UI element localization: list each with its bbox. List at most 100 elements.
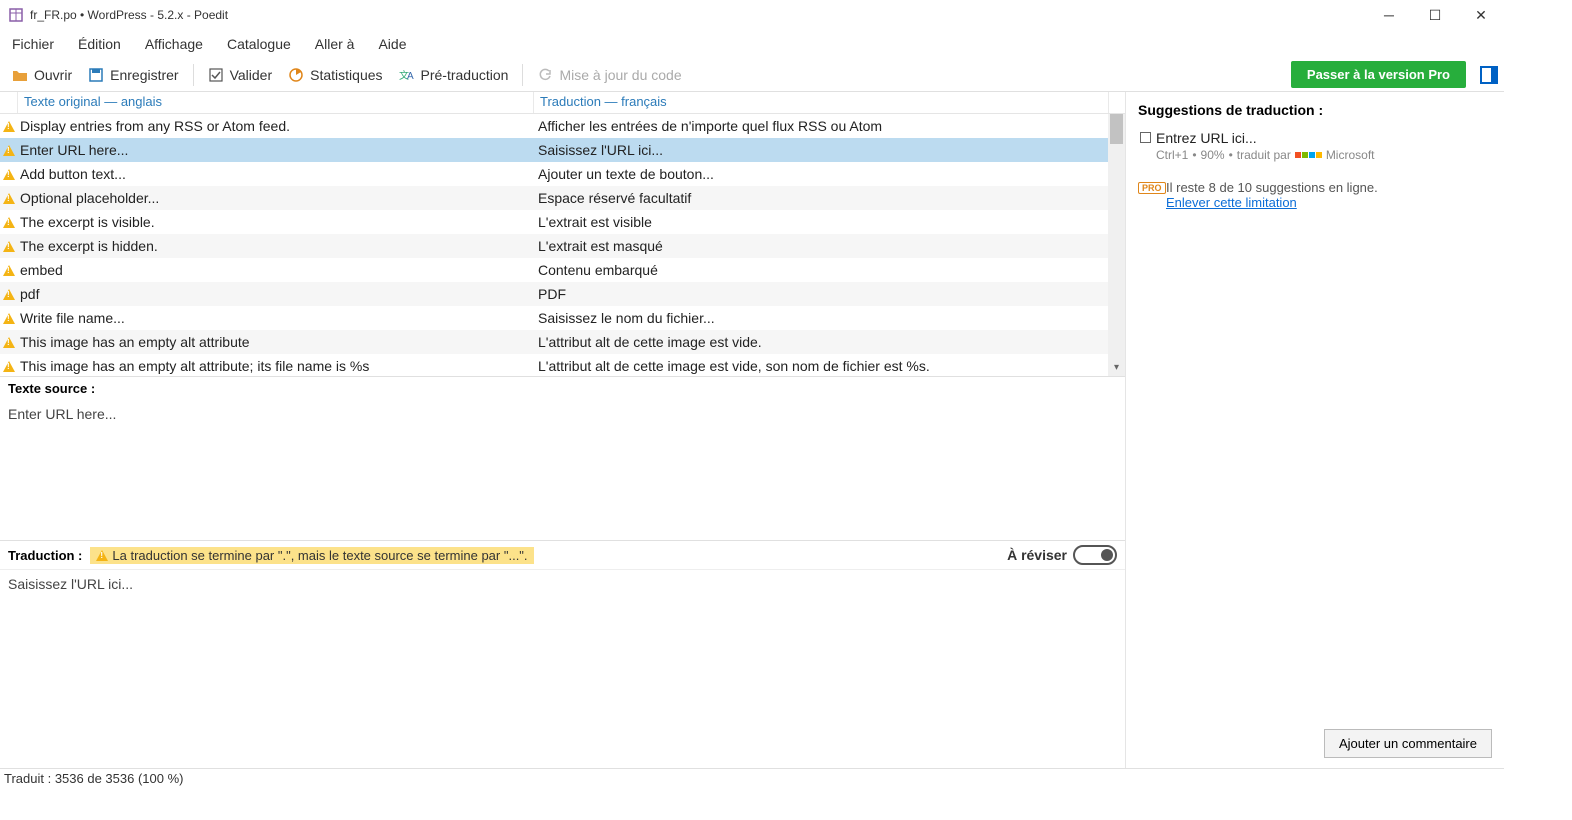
sidebar-toggle-button[interactable] xyxy=(1480,66,1498,84)
menu-view[interactable]: Affichage xyxy=(139,34,209,54)
warning-icon xyxy=(3,265,15,276)
needs-review-label: À réviser xyxy=(1007,547,1067,563)
stats-label: Statistiques xyxy=(310,67,382,83)
warning-icon xyxy=(3,193,15,204)
cell-source: Enter URL here... xyxy=(18,142,536,158)
cell-source: Optional placeholder... xyxy=(18,190,536,206)
menu-file[interactable]: Fichier xyxy=(6,34,60,54)
translation-input[interactable]: Saisissez l'URL ici... xyxy=(0,569,1125,709)
remove-limit-link[interactable]: Enlever cette limitation xyxy=(1166,195,1297,210)
piechart-icon xyxy=(288,67,304,83)
suggestion-icon xyxy=(1140,132,1151,143)
warning-icon xyxy=(96,550,108,561)
warning-icon xyxy=(3,145,15,156)
needs-review-toggle[interactable] xyxy=(1073,545,1117,565)
scroll-down-arrow[interactable]: ▾ xyxy=(1108,359,1125,376)
table-row[interactable]: The excerpt is visible.L'extrait est vis… xyxy=(0,210,1125,234)
scrollbar-vertical[interactable]: ▾ xyxy=(1108,114,1125,376)
col-translation-header[interactable]: Traduction — français xyxy=(534,92,1108,113)
translation-panel: Traduction : La traduction se termine pa… xyxy=(0,540,1125,709)
cell-translation: Afficher les entrées de n'importe quel f… xyxy=(536,118,1125,134)
table-row[interactable]: embedContenu embarqué xyxy=(0,258,1125,282)
suggestion-item[interactable]: Entrez URL ici... Ctrl+1 • 90% • traduit… xyxy=(1138,126,1492,166)
status-bar: Traduit : 3536 de 3536 (100 %) xyxy=(0,768,1504,790)
update-code-button: Mise à jour du code xyxy=(531,65,687,85)
table-row[interactable]: Optional placeholder...Espace réservé fa… xyxy=(0,186,1125,210)
table-row[interactable]: Enter URL here...Saisissez l'URL ici... xyxy=(0,138,1125,162)
minimize-button[interactable]: ─ xyxy=(1366,0,1412,30)
source-text-label: Texte source : xyxy=(0,377,1125,400)
cell-translation: Espace réservé facultatif xyxy=(536,190,1125,206)
table-row[interactable]: This image has an empty alt attribute; i… xyxy=(0,354,1125,376)
cell-translation: L'attribut alt de cette image est vide. xyxy=(536,334,1125,350)
menu-help[interactable]: Aide xyxy=(372,34,412,54)
table-row[interactable]: Display entries from any RSS or Atom fee… xyxy=(0,114,1125,138)
window-title: fr_FR.po • WordPress - 5.2.x - Poedit xyxy=(30,8,228,22)
cell-translation: Contenu embarqué xyxy=(536,262,1125,278)
menu-catalog[interactable]: Catalogue xyxy=(221,34,297,54)
table-row[interactable]: This image has an empty alt attributeL'a… xyxy=(0,330,1125,354)
cell-source: Write file name... xyxy=(18,310,536,326)
close-button[interactable]: ✕ xyxy=(1458,0,1504,30)
pro-upsell: PRO Il reste 8 de 10 suggestions en lign… xyxy=(1138,180,1492,210)
source-text-value: Enter URL here... xyxy=(0,400,1125,540)
scrollbar-thumb[interactable] xyxy=(1110,114,1123,144)
pro-badge: PRO xyxy=(1138,182,1166,194)
maximize-button[interactable]: ☐ xyxy=(1412,0,1458,30)
translation-grid[interactable]: Display entries from any RSS or Atom fee… xyxy=(0,114,1125,376)
cell-translation: Ajouter un texte de bouton... xyxy=(536,166,1125,182)
cell-source: This image has an empty alt attribute xyxy=(18,334,536,350)
cell-translation: L'attribut alt de cette image est vide, … xyxy=(536,358,1125,374)
save-label: Enregistrer xyxy=(110,67,178,83)
sidebar-title: Suggestions de traduction : xyxy=(1138,102,1492,118)
grid-header: Texte original — anglais Traduction — fr… xyxy=(0,92,1125,114)
folder-icon xyxy=(12,67,28,83)
table-row[interactable]: The excerpt is hidden.L'extrait est masq… xyxy=(0,234,1125,258)
translation-warning-chip: La traduction se termine par ".", mais l… xyxy=(90,547,533,564)
suggestions-sidebar: Suggestions de traduction : Entrez URL i… xyxy=(1126,92,1504,768)
cell-source: The excerpt is hidden. xyxy=(18,238,536,254)
pretranslate-button[interactable]: 文A Pré-traduction xyxy=(393,65,515,85)
stats-button[interactable]: Statistiques xyxy=(282,65,388,85)
cell-source: pdf xyxy=(18,286,536,302)
app-icon xyxy=(8,7,24,23)
cell-source: embed xyxy=(18,262,536,278)
col-source-header[interactable]: Texte original — anglais xyxy=(18,92,534,113)
cell-source: Display entries from any RSS or Atom fee… xyxy=(18,118,536,134)
suggestion-text: Entrez URL ici... xyxy=(1156,130,1492,146)
menu-edit[interactable]: Édition xyxy=(72,34,127,54)
cell-translation: Saisissez le nom du fichier... xyxy=(536,310,1125,326)
cell-translation: L'extrait est masqué xyxy=(536,238,1125,254)
toolbar: Ouvrir Enregistrer Valider Statistiques … xyxy=(0,58,1504,92)
microsoft-icon xyxy=(1295,152,1322,158)
add-comment-button[interactable]: Ajouter un commentaire xyxy=(1324,729,1492,758)
open-label: Ouvrir xyxy=(34,67,72,83)
warning-icon xyxy=(3,121,15,132)
translation-label: Traduction : xyxy=(8,548,82,563)
suggestion-meta: Ctrl+1 • 90% • traduit par Microsoft xyxy=(1156,148,1492,162)
table-row[interactable]: Write file name...Saisissez le nom du fi… xyxy=(0,306,1125,330)
cell-translation: Saisissez l'URL ici... xyxy=(536,142,1125,158)
warning-icon xyxy=(3,361,15,372)
cell-source: This image has an empty alt attribute; i… xyxy=(18,358,536,374)
warning-icon xyxy=(3,337,15,348)
refresh-icon xyxy=(537,67,553,83)
menubar: Fichier Édition Affichage Catalogue Alle… xyxy=(0,30,1504,58)
pro-message: Il reste 8 de 10 suggestions en ligne. xyxy=(1166,180,1492,195)
menu-goto[interactable]: Aller à xyxy=(309,34,361,54)
upgrade-pro-button[interactable]: Passer à la version Pro xyxy=(1291,61,1466,88)
cell-translation: PDF xyxy=(536,286,1125,302)
cell-source: Add button text... xyxy=(18,166,536,182)
save-button[interactable]: Enregistrer xyxy=(82,65,184,85)
table-row[interactable]: pdfPDF xyxy=(0,282,1125,306)
table-row[interactable]: Add button text...Ajouter un texte de bo… xyxy=(0,162,1125,186)
update-label: Mise à jour du code xyxy=(559,67,681,83)
translate-icon: 文A xyxy=(399,67,415,83)
pretranslate-label: Pré-traduction xyxy=(421,67,509,83)
save-icon xyxy=(88,67,104,83)
warning-icon xyxy=(3,313,15,324)
source-text-panel: Texte source : Enter URL here... xyxy=(0,376,1125,540)
validate-button[interactable]: Valider xyxy=(202,65,279,85)
validate-label: Valider xyxy=(230,67,273,83)
open-button[interactable]: Ouvrir xyxy=(6,65,78,85)
